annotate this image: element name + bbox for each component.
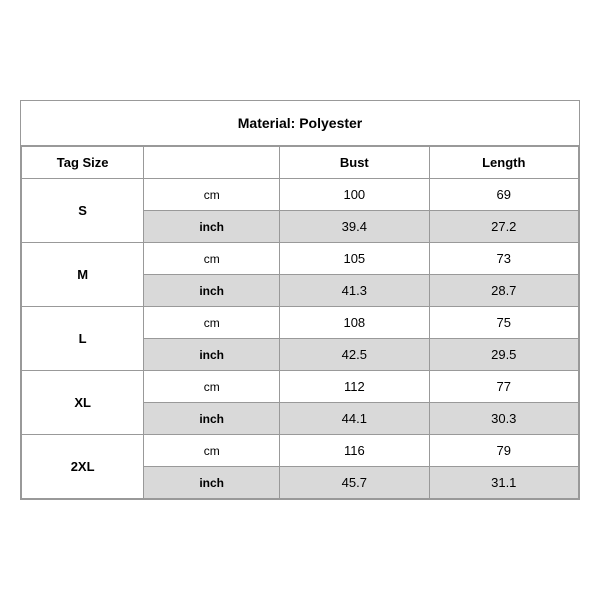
inch-length-value: 31.1 [429,467,578,499]
unit-cm: cm [144,243,280,275]
unit-inch: inch [144,339,280,371]
unit-inch: inch [144,403,280,435]
header-tag-size: Tag Size [22,147,144,179]
header-length: Length [429,147,578,179]
chart-title: Material: Polyester [21,101,579,146]
header-bust: Bust [280,147,429,179]
size-table: Tag Size Bust Length Scm10069inch39.427.… [21,146,579,499]
cm-length-value: 79 [429,435,578,467]
cm-length-value: 75 [429,307,578,339]
size-label-m: M [22,243,144,307]
unit-cm: cm [144,179,280,211]
size-chart-container: Material: Polyester Tag Size Bust Length… [20,100,580,500]
cm-bust-value: 116 [280,435,429,467]
unit-inch: inch [144,211,280,243]
inch-bust-value: 39.4 [280,211,429,243]
inch-bust-value: 44.1 [280,403,429,435]
cm-bust-value: 105 [280,243,429,275]
unit-cm: cm [144,371,280,403]
size-label-xl: XL [22,371,144,435]
cm-length-value: 77 [429,371,578,403]
inch-bust-value: 42.5 [280,339,429,371]
table-header-row: Tag Size Bust Length [22,147,579,179]
table-row: Scm10069 [22,179,579,211]
unit-cm: cm [144,307,280,339]
cm-length-value: 73 [429,243,578,275]
inch-length-value: 29.5 [429,339,578,371]
cm-bust-value: 100 [280,179,429,211]
inch-bust-value: 41.3 [280,275,429,307]
header-unit-spacer [144,147,280,179]
unit-inch: inch [144,467,280,499]
table-row: XLcm11277 [22,371,579,403]
inch-length-value: 30.3 [429,403,578,435]
size-label-2xl: 2XL [22,435,144,499]
unit-inch: inch [144,275,280,307]
inch-length-value: 28.7 [429,275,578,307]
table-row: Mcm10573 [22,243,579,275]
cm-bust-value: 112 [280,371,429,403]
inch-bust-value: 45.7 [280,467,429,499]
cm-length-value: 69 [429,179,578,211]
size-label-l: L [22,307,144,371]
table-row: Lcm10875 [22,307,579,339]
unit-cm: cm [144,435,280,467]
inch-length-value: 27.2 [429,211,578,243]
cm-bust-value: 108 [280,307,429,339]
size-label-s: S [22,179,144,243]
table-row: 2XLcm11679 [22,435,579,467]
